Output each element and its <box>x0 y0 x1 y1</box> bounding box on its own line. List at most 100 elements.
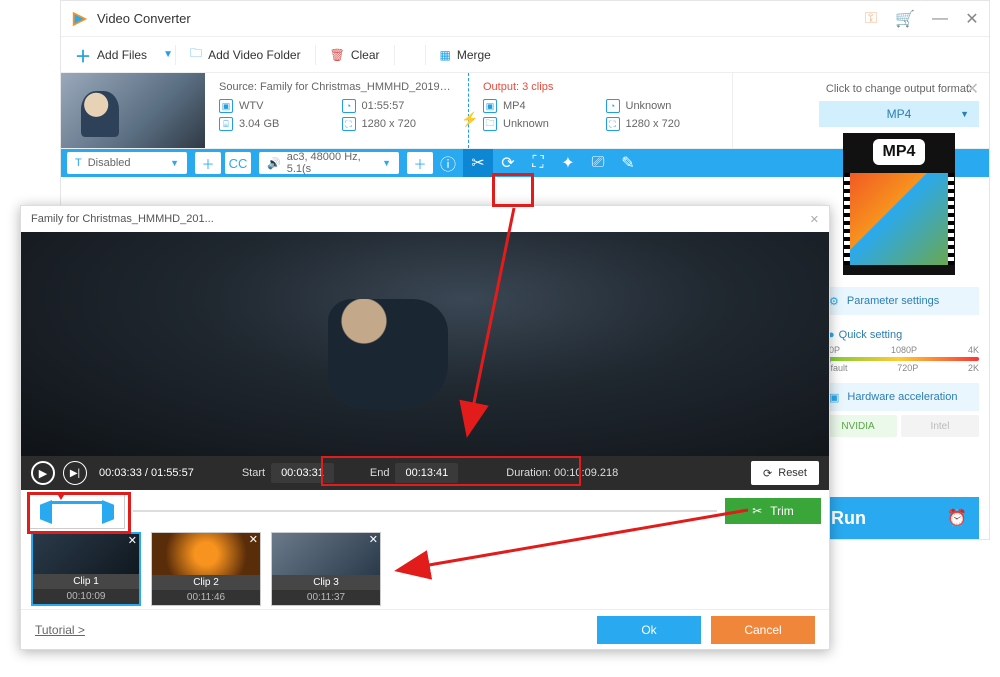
source-thumbnail[interactable] <box>61 73 205 148</box>
effects-icon[interactable]: ✦ <box>553 149 583 177</box>
license-key-icon[interactable]: ⚿ <box>865 10 877 28</box>
clip-remove-icon[interactable]: ✕ <box>249 533 258 546</box>
audio-select[interactable]: 🔊ac3, 48000 Hz, 5.1(s▼ <box>259 152 399 174</box>
clip-item[interactable]: ✕ Clip 3 00:11:37 <box>271 532 381 606</box>
clip-remove-icon[interactable]: ✕ <box>369 533 378 546</box>
add-folder-button[interactable]: 🗀Add Video Folder <box>176 37 315 72</box>
clip-duration: 00:11:37 <box>272 590 380 605</box>
output-duration: Unknown <box>626 100 672 112</box>
source-resolution: 1280 x 720 <box>362 118 416 130</box>
cancel-button[interactable]: Cancel <box>711 616 815 644</box>
clip-name: Clip 2 <box>152 575 260 590</box>
subtitle-select[interactable]: TDisabled▼ <box>67 152 187 174</box>
format-select[interactable]: MP4 <box>819 101 979 127</box>
side-title: Click to change output format: <box>819 83 979 95</box>
convert-bolt-icon: ⚡ <box>461 111 478 128</box>
annotation-box <box>492 173 534 207</box>
clip-duration: 00:10:09 <box>33 589 139 604</box>
titlebar: Video Converter ⚿ 🛒 — ✕ <box>61 1 989 37</box>
source-size: 3.04 GB <box>239 118 279 130</box>
output-size: Unknown <box>503 118 549 130</box>
folder-icon: 🗀 <box>483 117 497 131</box>
trim-close-button[interactable]: ✕ <box>810 213 819 226</box>
trim-titlebar: Family for Christmas_HMMHD_201... ✕ <box>21 206 829 232</box>
subtitle-value: Disabled <box>88 157 131 169</box>
container-icon: ▣ <box>483 99 497 113</box>
play-button[interactable]: ▶ <box>31 461 55 485</box>
clip-item[interactable]: ✕ Clip 1 00:10:09 <box>31 532 141 606</box>
app-logo-icon <box>71 10 89 28</box>
trim-btn-label: Trim <box>770 504 794 518</box>
output-info: ⚡ Output: 3 clips ▣MP4 ◔Unknown 🗀Unknown… <box>469 73 733 148</box>
app-title: Video Converter <box>97 11 865 26</box>
add-subtitle-button[interactable]: ＋ <box>195 152 221 174</box>
add-files-dropdown[interactable]: ▼ <box>161 49 175 60</box>
audio-value: ac3, 48000 Hz, 5.1(s <box>287 151 364 175</box>
tick: 2K <box>968 363 979 373</box>
nvidia-badge: NVIDIA <box>819 415 897 437</box>
add-files-label: Add Files <box>97 48 147 62</box>
timeline-track[interactable] <box>133 510 717 512</box>
hw-label: Hardware acceleration <box>847 391 957 403</box>
cart-icon[interactable]: 🛒 <box>895 9 915 29</box>
add-files-button[interactable]: ＋Add Files <box>61 37 161 72</box>
clock-icon: ◔ <box>606 99 620 113</box>
close-button[interactable]: ✕ <box>965 12 979 26</box>
output-resolution: 1280 x 720 <box>626 118 680 130</box>
hardware-accel-button[interactable]: ▣Hardware acceleration <box>819 383 979 411</box>
annotation-box <box>27 492 131 534</box>
schedule-icon[interactable]: ⏰ <box>947 508 967 528</box>
step-button[interactable]: ▶| <box>63 461 87 485</box>
clock-icon: ◔ <box>342 99 356 113</box>
size-icon: ⌸ <box>219 117 233 131</box>
main-toolbar: ＋Add Files ▼ 🗀Add Video Folder 🗑Clear ▦M… <box>61 37 989 73</box>
trim-button[interactable]: Trim <box>725 498 821 524</box>
minimize-button[interactable]: — <box>933 12 947 26</box>
tick: 4K <box>968 345 979 355</box>
playback-position: 00:03:33 / 01:55:57 <box>99 467 194 479</box>
start-label: Start <box>242 467 265 479</box>
clip-remove-icon[interactable]: ✕ <box>128 534 137 547</box>
output-side-panel: Click to change output format: MP4 MP4 ⚙… <box>819 83 979 437</box>
ok-button[interactable]: Ok <box>597 616 701 644</box>
watermark-icon[interactable]: ⎚ <box>583 149 613 177</box>
format-value: MP4 <box>887 107 912 121</box>
clear-label: Clear <box>351 48 380 62</box>
merge-label: Merge <box>457 48 491 62</box>
format-preview[interactable]: MP4 <box>843 133 955 275</box>
source-title: Source: Family for Christmas_HMMHD_2019_… <box>219 81 454 93</box>
trim-window: Family for Christmas_HMMHD_201... ✕ ▶ ▶|… <box>20 205 830 650</box>
parameter-settings-button[interactable]: ⚙Parameter settings <box>819 287 979 315</box>
output-title: Output: 3 clips <box>483 81 718 93</box>
reset-label: Reset <box>778 467 807 479</box>
video-player: ▶ ▶| 00:03:33 / 01:55:57 Start 00:03:31 … <box>21 232 829 490</box>
clip-name: Clip 1 <box>33 574 139 589</box>
video-viewport[interactable] <box>21 232 829 456</box>
resolution-icon: ⛶ <box>606 117 620 131</box>
format-badge: MP4 <box>873 139 926 165</box>
trim-window-title: Family for Christmas_HMMHD_201... <box>31 213 214 225</box>
cc-button[interactable]: CC <box>225 152 251 174</box>
output-container: MP4 <box>503 100 526 112</box>
cut-button[interactable]: ✂ <box>463 149 493 177</box>
tick: 720P <box>897 363 918 373</box>
quality-slider[interactable]: 480P1080P4K Default720P2K <box>819 345 979 373</box>
source-duration: 01:55:57 <box>362 100 405 112</box>
info-icon[interactable]: ⓘ <box>433 149 463 177</box>
tutorial-link[interactable]: Tutorial > <box>35 623 85 637</box>
cc-label: CC <box>229 156 248 171</box>
param-label: Parameter settings <box>847 295 939 307</box>
add-audio-button[interactable]: ＋ <box>407 152 433 174</box>
trim-bottom-bar: Tutorial > Ok Cancel <box>21 609 829 649</box>
reset-button[interactable]: Reset <box>751 461 819 485</box>
clip-item[interactable]: ✕ Clip 2 00:11:46 <box>151 532 261 606</box>
clear-button[interactable]: 🗑Clear <box>316 37 394 72</box>
edit-icon[interactable]: ✎ <box>613 149 643 177</box>
merge-button[interactable]: ▦Merge <box>426 37 505 72</box>
run-label: Run <box>831 508 947 529</box>
intel-badge: Intel <box>901 415 979 437</box>
run-button[interactable]: Run ⏰ <box>819 497 979 539</box>
tick: 1080P <box>891 345 917 355</box>
container-icon: ▣ <box>219 99 233 113</box>
clip-duration: 00:11:46 <box>152 590 260 605</box>
